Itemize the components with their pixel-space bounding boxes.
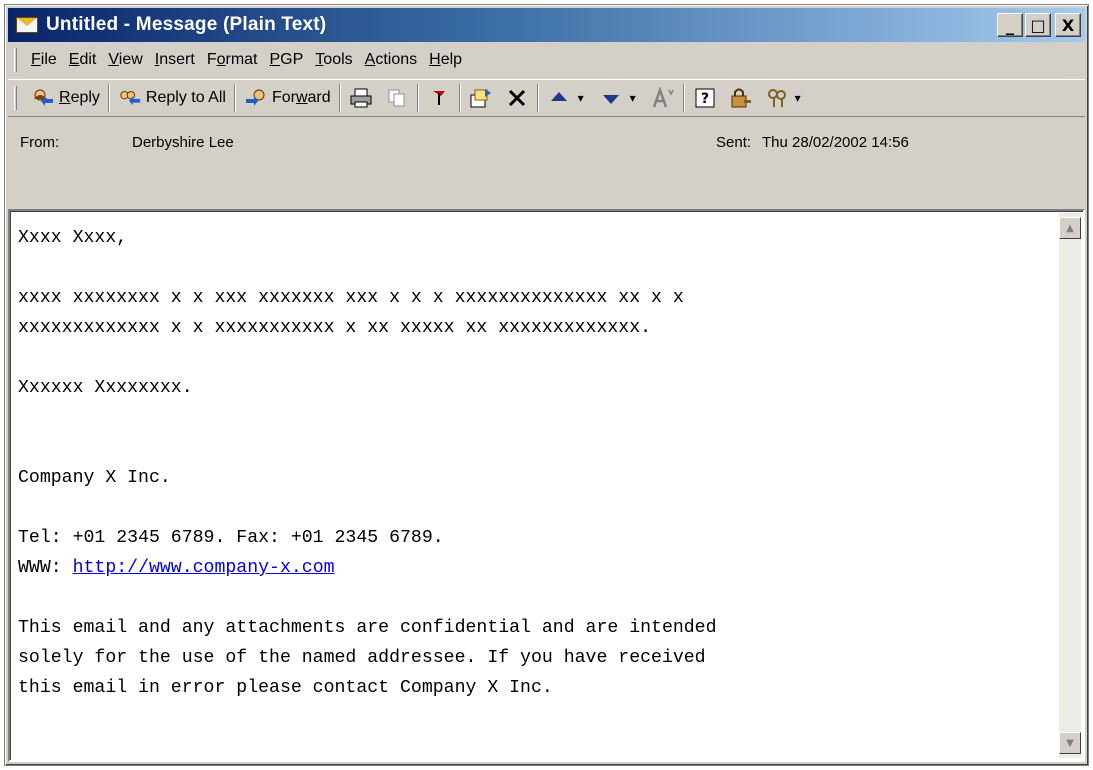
menu-grip[interactable] [14, 48, 17, 72]
www-label: WWW: [18, 558, 73, 578]
toolbar-grip[interactable] [14, 86, 17, 110]
toolbar-separator [338, 84, 341, 112]
encrypt-button[interactable] [723, 83, 759, 113]
keys-icon [765, 86, 789, 110]
tel-line: Tel: +01 2345 6789. Fax: +01 2345 6789. [18, 528, 444, 548]
message-header: From: Derbyshire Lee Sent: Thu 28/02/200… [8, 121, 1085, 165]
from-value[interactable]: Derbyshire Lee [132, 134, 234, 151]
greeting-line: Xxxx Xxxx, [18, 228, 128, 248]
scroll-up-arrow-icon[interactable]: ▲ [1059, 217, 1081, 239]
menu-file[interactable]: File [25, 51, 63, 69]
copy-icon [385, 86, 409, 110]
menu-tools[interactable]: Tools [309, 51, 358, 69]
next-item-button[interactable]: ▾ [593, 83, 645, 113]
paragraph-line: xxxxxxxxxxxxx x x xxxxxxxxxxx x xx xxxxx… [18, 318, 652, 338]
dropdown-arrow-icon: ▾ [794, 91, 801, 105]
menu-edit[interactable]: Edit [63, 51, 103, 69]
delete-button[interactable] [499, 83, 535, 113]
minimize-button[interactable]: _ [997, 13, 1023, 37]
font-size-icon [651, 86, 675, 110]
reply-all-icon [118, 86, 142, 110]
svg-text:?: ? [701, 91, 709, 107]
toolbar-separator [107, 84, 110, 112]
forward-button[interactable]: Forward [238, 83, 337, 113]
help-icon: ? [693, 86, 717, 110]
disclaimer-line: This email and any attachments are confi… [18, 618, 717, 638]
arrow-down-icon [599, 86, 623, 110]
move-folder-icon [469, 86, 493, 110]
maximize-button[interactable]: □ [1025, 13, 1051, 37]
message-text[interactable]: Xxxx Xxxx, xxxx xxxxxxxx x x xxx xxxxxxx… [18, 223, 1043, 703]
move-to-folder-button[interactable] [463, 83, 499, 113]
menu-actions[interactable]: Actions [359, 51, 423, 69]
help-button[interactable]: ? [687, 83, 723, 113]
from-label: From: [20, 134, 60, 151]
www-line: WWW: http://www.company-x.com [18, 553, 1043, 583]
flag-button[interactable] [421, 83, 457, 113]
toolbar-separator [416, 84, 419, 112]
toolbar-separator [536, 84, 539, 112]
menu-format[interactable]: Format [201, 51, 264, 69]
toolbar-separator [233, 84, 236, 112]
delete-icon [505, 86, 529, 110]
envelope-icon [14, 14, 40, 36]
title-bar[interactable]: Untitled - Message (Plain Text) _ □ X [8, 8, 1085, 42]
disclaimer-line: solely for the use of the named addresse… [18, 648, 706, 668]
copy-button[interactable] [379, 83, 415, 113]
sent-label: Sent: [716, 134, 752, 151]
toolbar-separator [458, 84, 461, 112]
font-size-button[interactable] [645, 83, 681, 113]
menu-pgp[interactable]: PGP [264, 51, 310, 69]
company-website-link[interactable]: http://www.company-x.com [73, 558, 335, 578]
signoff-line: Xxxxxx Xxxxxxxx. [18, 378, 193, 398]
window-controls: _ □ X [997, 13, 1081, 37]
flag-icon [427, 86, 451, 110]
toolbar-separator [682, 84, 685, 112]
toolbar: Reply Reply to All Forward ▾ ▾ ? ▾ [8, 79, 1085, 117]
close-button[interactable]: X [1055, 13, 1081, 37]
company-line: Company X Inc. [18, 468, 171, 488]
window-title: Untitled - Message (Plain Text) [46, 14, 327, 35]
print-button[interactable] [343, 83, 379, 113]
reply-button[interactable]: Reply [25, 83, 106, 113]
menu-insert[interactable]: Insert [149, 51, 201, 69]
menu-help[interactable]: Help [423, 51, 468, 69]
reply-to-all-button[interactable]: Reply to All [112, 83, 232, 113]
scroll-down-arrow-icon[interactable]: ▼ [1059, 732, 1081, 754]
paragraph-line: xxxx xxxxxxxx x x xxx xxxxxxx xxx x x x … [18, 288, 684, 308]
lock-key-icon [729, 86, 753, 110]
message-body[interactable]: Xxxx Xxxx, xxxx xxxxxxxx x x xxx xxxxxxx… [8, 209, 1085, 762]
sent-value: Thu 28/02/2002 14:56 [762, 134, 909, 151]
dropdown-arrow-icon: ▾ [577, 91, 584, 105]
forward-icon [244, 86, 268, 110]
menu-bar: File Edit View Insert Format PGP Tools A… [8, 45, 1085, 75]
previous-item-button[interactable]: ▾ [541, 83, 593, 113]
menu-view[interactable]: View [102, 51, 148, 69]
reply-icon [31, 86, 55, 110]
arrow-up-icon [547, 86, 571, 110]
message-window: Untitled - Message (Plain Text) _ □ X Fi… [4, 4, 1089, 766]
disclaimer-line: this email in error please contact Compa… [18, 678, 553, 698]
printer-icon [349, 86, 373, 110]
dropdown-arrow-icon: ▾ [629, 91, 636, 105]
vertical-scrollbar[interactable]: ▲ ▼ [1059, 213, 1081, 758]
sign-button[interactable]: ▾ [759, 83, 809, 113]
reply-to-all-label: Reply to All [145, 89, 226, 106]
